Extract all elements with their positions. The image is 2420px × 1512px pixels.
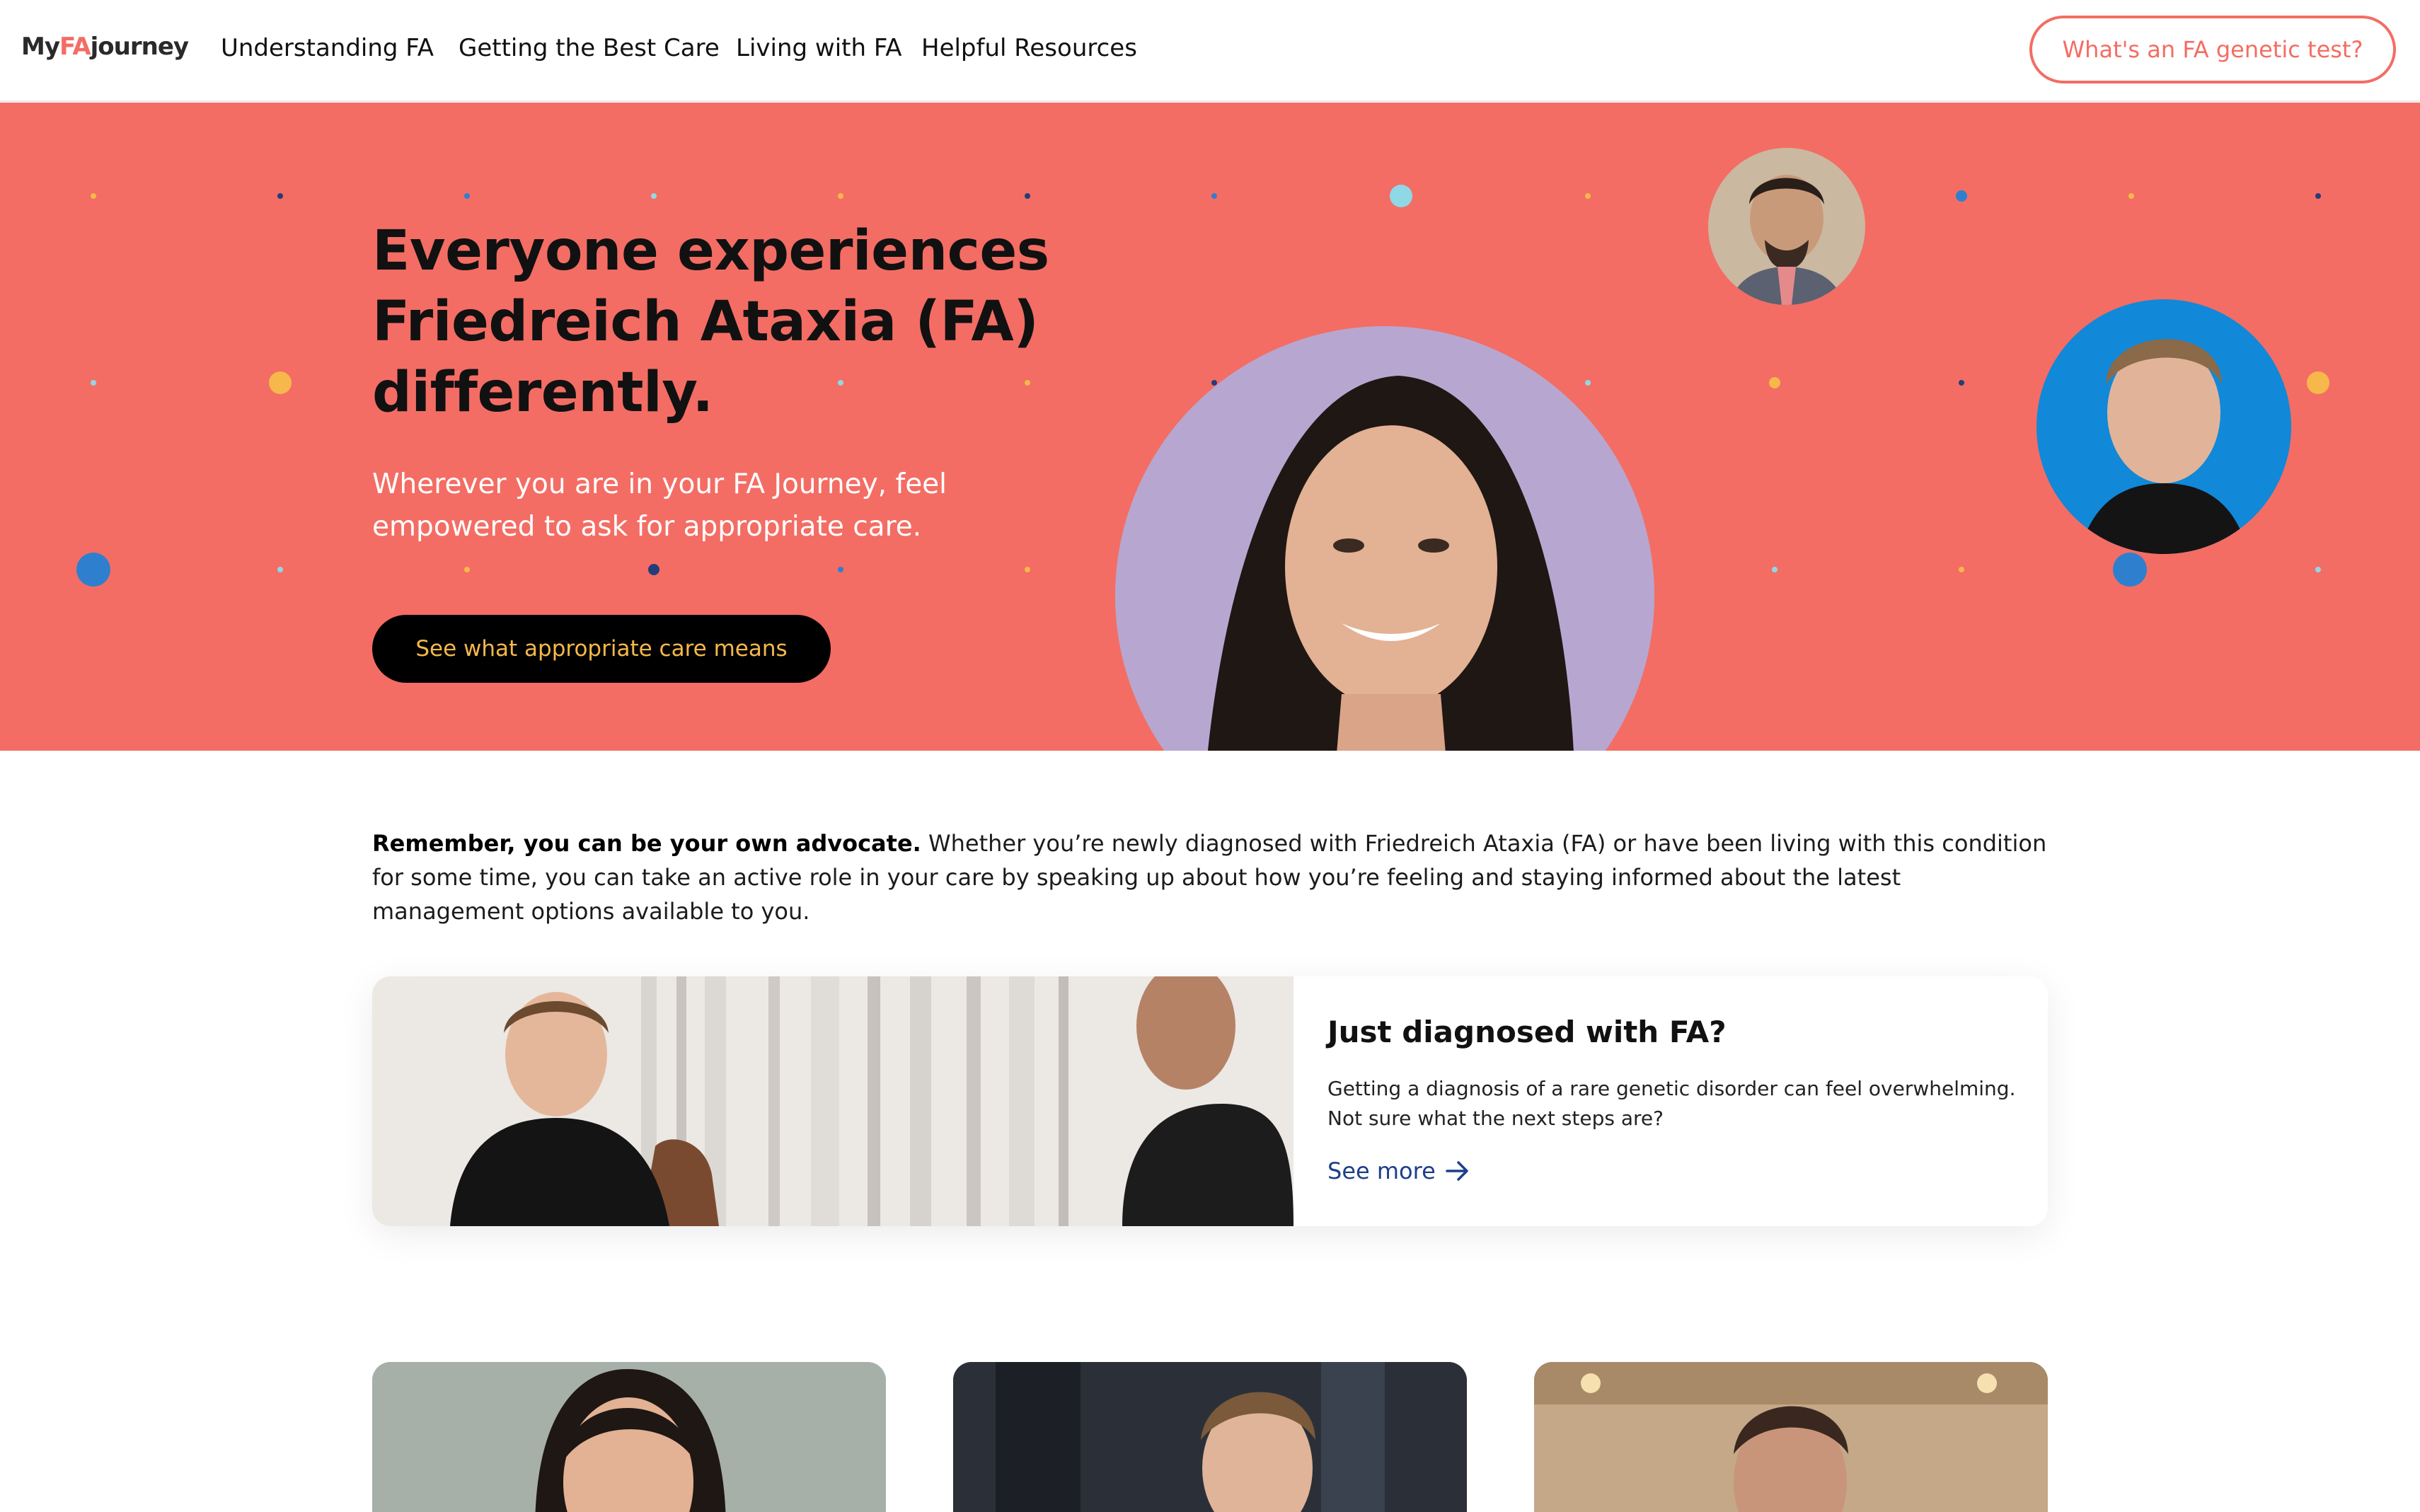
decor-dot bbox=[648, 564, 659, 575]
decor-dot bbox=[1956, 190, 1967, 202]
portrait-illustration bbox=[1207, 376, 1574, 751]
decor-dot bbox=[1585, 380, 1591, 386]
decor-dot bbox=[269, 371, 292, 394]
decor-dot bbox=[1959, 567, 1964, 572]
nav-helpful-resources[interactable]: Helpful Resources bbox=[921, 34, 1137, 62]
hero-portrait-woman bbox=[1115, 326, 1654, 751]
hero-portrait-man bbox=[1708, 148, 1865, 305]
intro-lead: Remember, you can be your own advocate. bbox=[372, 830, 921, 857]
decor-dot bbox=[1585, 193, 1591, 199]
decor-dot bbox=[2315, 567, 2321, 572]
appropriate-care-button[interactable]: See what appropriate care means bbox=[372, 615, 831, 683]
nav-understanding-fa[interactable]: Understanding FA bbox=[221, 34, 434, 62]
hero-title: Everyone experiences Friedreich Ataxia (… bbox=[372, 219, 1049, 425]
decor-dot bbox=[1769, 377, 1780, 388]
portrait-illustration bbox=[2079, 339, 2249, 554]
arrow-right-icon bbox=[1446, 1161, 1468, 1181]
decor-dot bbox=[2307, 371, 2329, 394]
story-card-1[interactable] bbox=[372, 1362, 886, 1512]
story-card-3[interactable] bbox=[1534, 1362, 2048, 1512]
portrait-illustration bbox=[1729, 175, 1844, 305]
decor-dot bbox=[1390, 185, 1412, 207]
decor-dot bbox=[2128, 193, 2134, 199]
genetic-test-button[interactable]: What's an FA genetic test? bbox=[2029, 16, 2396, 83]
decor-dot bbox=[1211, 193, 1217, 199]
hero-subtitle: Wherever you are in your FA Journey, fee… bbox=[372, 468, 947, 543]
decor-dot bbox=[1025, 567, 1030, 572]
decor-dot bbox=[76, 553, 110, 587]
decor-dot bbox=[91, 193, 96, 199]
decor-dot bbox=[464, 567, 470, 572]
decor-dot bbox=[91, 380, 96, 386]
feature-description: Getting a diagnosis of a rare genetic di… bbox=[1327, 1077, 2016, 1130]
just-diagnosed-card[interactable]: Just diagnosed with FA? Getting a diagno… bbox=[372, 976, 2048, 1226]
see-more-link[interactable]: See more bbox=[1327, 1158, 1470, 1184]
hero-section: Everyone experiences Friedreich Ataxia (… bbox=[0, 103, 2420, 751]
decor-dot bbox=[2315, 193, 2321, 199]
story-card-2[interactable] bbox=[953, 1362, 1467, 1512]
site-logo[interactable]: MyFAjourney bbox=[21, 33, 189, 61]
decor-dot bbox=[2113, 553, 2147, 587]
see-more-label: See more bbox=[1327, 1158, 1436, 1184]
hero-portrait-young-man bbox=[2036, 299, 2291, 554]
nav-living-with-fa[interactable]: Living with FA bbox=[736, 34, 902, 62]
feature-illustration bbox=[372, 976, 1293, 1226]
story-card-photo bbox=[372, 1362, 886, 1512]
site-header: MyFAjourney Understanding FA Getting the… bbox=[0, 0, 2420, 102]
decor-dot bbox=[1025, 193, 1030, 199]
decor-dot bbox=[277, 567, 283, 572]
feature-photo bbox=[372, 976, 1293, 1226]
feature-title: Just diagnosed with FA? bbox=[1327, 1015, 1727, 1049]
decor-dot bbox=[1959, 380, 1964, 386]
decor-dot bbox=[651, 193, 657, 199]
decor-dot bbox=[1772, 567, 1777, 572]
story-card-photo bbox=[1534, 1362, 2048, 1512]
story-card-photo bbox=[953, 1362, 1467, 1512]
decor-dot bbox=[277, 193, 283, 199]
decor-dot bbox=[838, 567, 843, 572]
decor-dot bbox=[464, 193, 470, 199]
nav-getting-best-care[interactable]: Getting the Best Care bbox=[459, 34, 720, 62]
decor-dot bbox=[838, 193, 843, 199]
intro-paragraph: Remember, you can be your own advocate. … bbox=[372, 826, 2056, 928]
